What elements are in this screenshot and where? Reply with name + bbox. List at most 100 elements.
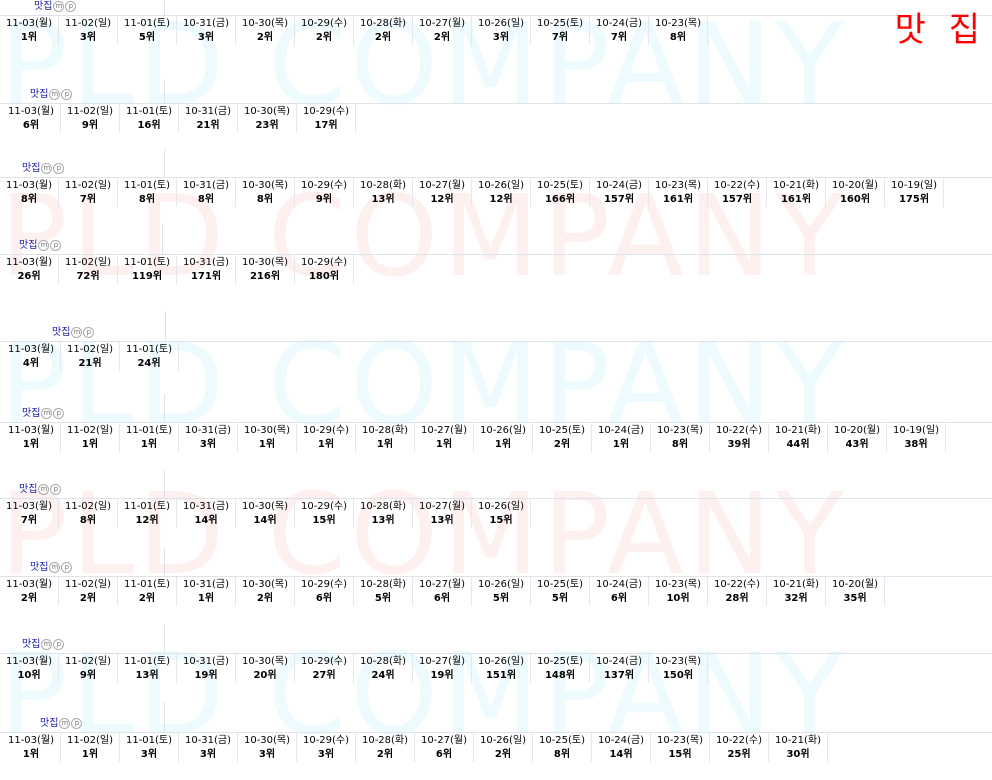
daily-rank-cell: 11-02(일) 9위 [61, 104, 120, 133]
rank-date: 11-03(월) [7, 106, 55, 117]
pc-badge-icon[interactable]: p [83, 326, 95, 338]
mobile-badge-icon[interactable]: m [41, 162, 53, 174]
rank-date: 10-30(목) [243, 735, 291, 746]
rank-value: 2위 [79, 593, 97, 604]
keyword-link[interactable]: 맛집 m p [30, 558, 73, 573]
mobile-badge-icon[interactable]: m [53, 0, 65, 12]
pc-badge-icon[interactable]: p [65, 0, 77, 12]
daily-rank-cell: 10-21(화) 161위 [767, 178, 826, 207]
daily-rank-cell: 10-31(금) 171위 [177, 255, 236, 284]
daily-rank-cell: 10-28(화) 13위 [354, 499, 413, 528]
keyword-link[interactable]: 맛집 m p [22, 635, 65, 650]
pc-badge-icon[interactable]: p [61, 88, 73, 100]
rank-value: 166위 [544, 194, 576, 205]
daily-rank-cell: 11-03(월) 10위 [0, 654, 59, 683]
rank-value: 12위 [489, 194, 513, 205]
keyword-link[interactable]: 맛집 m p [52, 323, 95, 338]
pc-badge-icon[interactable]: p [53, 638, 65, 650]
rank-date: 10-21(화) [774, 735, 822, 746]
rank-date: 10-20(월) [831, 579, 879, 590]
rank-value: 3위 [258, 749, 276, 760]
rank-value: 24위 [137, 358, 161, 369]
rank-value: 1위 [317, 439, 335, 450]
rank-date: 10-27(월) [418, 180, 466, 191]
rank-date: 11-02(일) [64, 180, 112, 191]
rank-value: 27위 [312, 670, 336, 681]
mobile-badge-icon[interactable]: m [41, 407, 53, 419]
keyword-link[interactable]: 맛집 m p [30, 85, 73, 100]
keyword-link[interactable]: 맛집 m p [40, 714, 83, 729]
keyword-link[interactable]: 맛집 m p [22, 404, 65, 419]
daily-rank-cell: 10-31(금) 14위 [177, 499, 236, 528]
rank-value: 10위 [666, 593, 690, 604]
keyword-link[interactable]: 맛집 m p [22, 159, 65, 174]
rank-value: 6위 [610, 593, 628, 604]
keyword-cell: 맛집 m p [0, 311, 166, 341]
rank-date: 10-29(수) [300, 656, 348, 667]
pc-badge-icon[interactable]: p [50, 239, 62, 251]
daily-rank-cell: 11-02(일) 3위 [59, 16, 118, 45]
keyword-link[interactable]: 맛집 m p [19, 236, 62, 251]
rank-value: 6위 [433, 593, 451, 604]
rank-date: 10-31(금) [182, 501, 230, 512]
rank-date: 11-02(일) [66, 425, 114, 436]
rank-date: 10-22(수) [715, 735, 763, 746]
rank-date: 10-23(목) [654, 18, 702, 29]
rank-value: 1위 [140, 439, 158, 450]
mobile-badge-icon[interactable]: m [49, 561, 61, 573]
daily-rank-cell: 10-20(월) 160위 [826, 178, 885, 207]
daily-rank-cell: 10-29(수) 17위 [297, 104, 356, 133]
rank-value: 12위 [135, 515, 159, 526]
rank-value: 13위 [135, 670, 159, 681]
rank-value: 161위 [662, 194, 694, 205]
rank-date: 10-22(수) [715, 425, 763, 436]
rank-value: 8위 [256, 194, 274, 205]
rank-date: 10-30(목) [241, 180, 289, 191]
daily-rank-row: 11-03(월) 4위 11-02(일) 21위 11-01(토) 24위 [2, 342, 179, 371]
keyword-cell: 맛집 m p [0, 224, 163, 254]
keyword-link[interactable]: 맛집 m p [34, 0, 77, 12]
mobile-badge-icon[interactable]: m [71, 326, 83, 338]
rank-value: 5위 [138, 32, 156, 43]
rank-value: 150위 [662, 670, 694, 681]
pc-badge-icon[interactable]: p [50, 483, 62, 495]
keyword-cell: 맛집 m p [0, 79, 165, 103]
pc-badge-icon[interactable]: p [71, 717, 83, 729]
daily-rank-row: 11-03(월) 1위 11-02(일) 3위 11-01(토) 5위 10-31(금) 3위… [0, 16, 708, 45]
rank-date: 10-25(토) [536, 180, 584, 191]
daily-rank-cell: 10-27(월) 6위 [415, 733, 474, 762]
rank-value: 1위 [22, 749, 40, 760]
rank-date: 11-02(일) [64, 579, 112, 590]
daily-rank-cell: 10-27(월) 1위 [415, 423, 474, 452]
mobile-badge-icon[interactable]: m [49, 88, 61, 100]
rank-date: 10-30(목) [243, 425, 291, 436]
rank-date: 10-25(토) [536, 579, 584, 590]
mobile-badge-icon[interactable]: m [41, 638, 53, 650]
rank-date: 11-03(월) [7, 735, 55, 746]
daily-rank-row: 11-03(월) 2위 11-02(일) 2위 11-01(토) 2위 10-31(금) 1위… [0, 577, 885, 606]
rank-value: 2위 [315, 32, 333, 43]
keyword-header-row: 맛집 m p [0, 224, 992, 255]
rank-date: 10-22(수) [713, 579, 761, 590]
pc-badge-icon[interactable]: p [53, 407, 65, 419]
pc-badge-icon[interactable]: p [53, 162, 65, 174]
mobile-badge-icon[interactable]: m [38, 239, 50, 251]
mobile-badge-icon[interactable]: m [38, 483, 50, 495]
rank-date: 10-29(수) [300, 579, 348, 590]
keyword-link[interactable]: 맛집 m p [19, 480, 62, 495]
daily-rank-cell: 10-24(금) 1위 [592, 423, 651, 452]
rank-value: 3위 [317, 749, 335, 760]
rank-date: 10-28(화) [359, 180, 407, 191]
rank-value: 8위 [20, 194, 38, 205]
daily-rank-cell: 10-24(금) 14위 [592, 733, 651, 762]
daily-rank-cell: 10-31(금) 8위 [177, 178, 236, 207]
rank-value: 16위 [137, 120, 161, 131]
mobile-badge-icon[interactable]: m [59, 717, 71, 729]
daily-rank-cell: 11-03(월) 2위 [0, 577, 59, 606]
pc-badge-icon[interactable]: p [61, 561, 73, 573]
daily-rank-cell: 10-28(화) 1위 [356, 423, 415, 452]
daily-rank-cell: 10-26(일) 5위 [472, 577, 531, 606]
daily-rank-cell: 10-26(일) 12위 [472, 178, 531, 207]
rank-date: 10-26(일) [479, 735, 527, 746]
rank-date: 10-28(화) [359, 579, 407, 590]
